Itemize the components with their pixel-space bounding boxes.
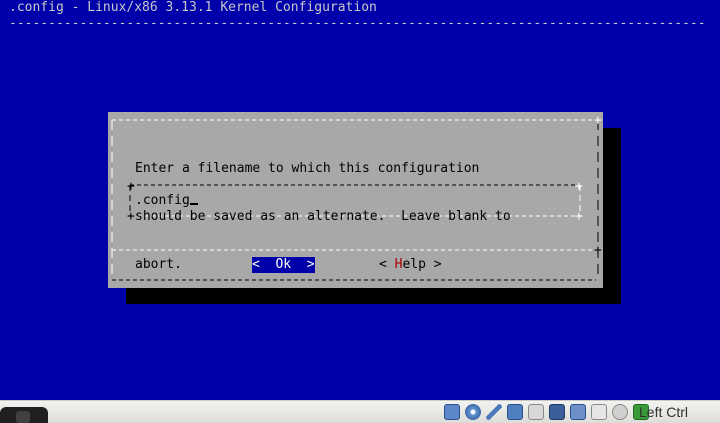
filename-input-value: .config <box>135 193 190 208</box>
svg-text:+: + <box>127 209 135 224</box>
svg-text:+: + <box>575 179 583 194</box>
hard-disk-icon[interactable] <box>444 404 460 420</box>
back-title: .config - Linux/x86 3.13.1 Kernel Config… <box>9 0 377 15</box>
filename-input[interactable]: .config <box>135 193 198 209</box>
svg-text:+: + <box>594 113 602 128</box>
help-prefix: < <box>379 257 395 272</box>
prompt-line: Enter a filename to which this configura… <box>135 161 480 176</box>
shared-folder-icon[interactable] <box>528 404 544 420</box>
help-rest: elp > <box>402 257 442 272</box>
dialog-prompt: Enter a filename to which this configura… <box>135 129 511 305</box>
video-capture-icon[interactable] <box>570 404 586 420</box>
prompt-line: should be saved as an alternate. Leave b… <box>135 209 511 224</box>
prompt-line: abort. <box>135 257 182 272</box>
network-icon[interactable] <box>507 404 523 420</box>
display-icon[interactable] <box>549 404 565 420</box>
back-title-rule: ----------------------------------------… <box>9 16 706 31</box>
svg-text:+: + <box>594 243 602 258</box>
device-tray <box>444 403 654 421</box>
corner-graphic-detail <box>16 411 30 423</box>
usb-icon[interactable] <box>486 404 502 420</box>
mouse-integration-icon[interactable] <box>612 404 628 420</box>
optical-drive-icon[interactable] <box>465 404 481 420</box>
cpu-icon[interactable] <box>591 404 607 420</box>
help-button[interactable]: < Help > <box>379 257 442 273</box>
svg-text:+: + <box>575 209 583 224</box>
text-cursor <box>189 203 198 205</box>
save-alternate-dialog: + + + + + + Enter a filename to which th… <box>108 112 603 288</box>
host-key-label: Left Ctrl <box>639 404 689 420</box>
ok-button[interactable]: < Ok > <box>252 257 315 273</box>
vm-status-bar: Left Ctrl <box>0 400 720 423</box>
svg-text:+: + <box>127 179 135 194</box>
